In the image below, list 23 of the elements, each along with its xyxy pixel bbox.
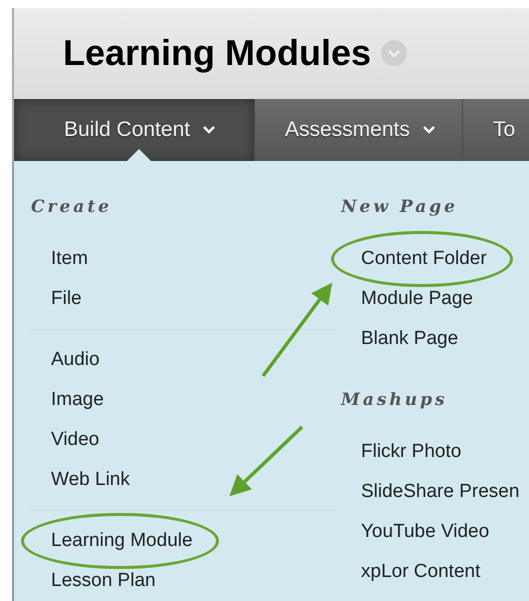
menu-item[interactable]: Flickr Photo <box>361 440 462 462</box>
page-title: Learning Modules <box>63 35 372 72</box>
menu-item[interactable]: Blank Page <box>361 328 458 349</box>
menu-item[interactable]: SlideShare Presen <box>361 480 520 502</box>
menu-item[interactable]: Content Folder <box>361 248 487 269</box>
menu-tab[interactable]: To <box>462 98 529 161</box>
menu-item[interactable]: File <box>51 288 82 309</box>
menu-item[interactable]: Audio <box>51 348 100 370</box>
menu-item[interactable]: Video <box>51 428 100 450</box>
menu-item[interactable]: Image <box>51 388 104 410</box>
menu-item[interactable]: Lesson Plan <box>51 570 156 591</box>
menu-item[interactable]: Web Link <box>51 468 130 490</box>
chevron-down-circle-icon[interactable] <box>381 40 408 66</box>
section-heading: Create <box>31 196 113 220</box>
menu-item[interactable]: YouTube Video <box>361 520 490 542</box>
menu-item[interactable]: Module Page <box>361 288 473 309</box>
menu-tab[interactable]: Assessments <box>254 98 462 161</box>
menu-tab[interactable]: Build Content <box>14 98 254 161</box>
section-heading: New Page <box>341 196 459 220</box>
section-heading: Mashups <box>341 389 449 412</box>
menu-item[interactable]: Learning Module <box>51 530 193 551</box>
menu-item[interactable]: xpLor Content <box>361 560 480 582</box>
menu-item[interactable]: Item <box>51 248 88 269</box>
